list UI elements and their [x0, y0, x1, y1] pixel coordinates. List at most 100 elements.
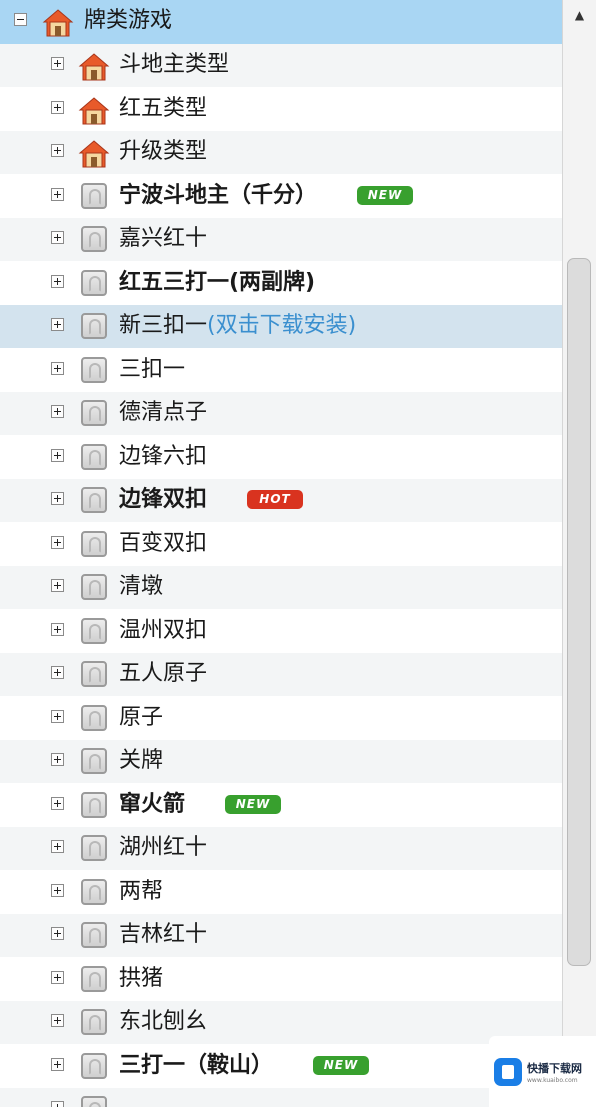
expand-toggle-icon[interactable] [51, 362, 64, 375]
new-badge: NEW [225, 795, 281, 814]
tree-item-row[interactable]: 三扣一 [0, 349, 562, 392]
game-icon [81, 705, 107, 731]
tree-item-row[interactable]: 窜火箭 NEW [0, 784, 562, 827]
expand-toggle-icon[interactable] [51, 710, 64, 723]
expand-toggle-icon[interactable] [51, 1014, 64, 1027]
expand-toggle-icon[interactable] [51, 1058, 64, 1071]
expand-toggle-icon[interactable] [51, 753, 64, 766]
item-label: 嘉兴红十 [119, 225, 207, 253]
item-label-text: 德清点子 [119, 400, 208, 425]
tree-item-row[interactable]: 边锋六扣 [0, 436, 562, 479]
tree-item-row[interactable]: 宁波斗地主（千分） NEW [0, 175, 562, 218]
item-label-text: 新三扣一 [119, 313, 208, 338]
expand-toggle-icon[interactable] [51, 275, 64, 288]
hot-badge: HOT [247, 490, 303, 509]
game-icon [81, 618, 107, 644]
item-label: 原子 [119, 704, 163, 732]
category-label: 牌类游戏 [84, 8, 173, 33]
expand-toggle-icon[interactable] [51, 623, 64, 636]
item-label-text: 嘉兴红十 [119, 226, 208, 251]
item-label-text: 原子 [119, 705, 164, 730]
tree-item-row[interactable]: 边锋双扣 HOT [0, 479, 562, 522]
tree-category-row[interactable]: 牌类游戏 [0, 0, 562, 44]
item-label: 升级类型 [119, 138, 207, 166]
watermark: 快播下载网 www.kuaibo.com [489, 1036, 596, 1107]
item-label-text: 东北刨幺 [119, 1009, 208, 1034]
tree-item-row[interactable]: 关牌 [0, 740, 562, 783]
item-label: 温州双扣 [119, 617, 207, 645]
expand-toggle-icon[interactable] [51, 405, 64, 418]
expand-toggle-icon[interactable] [51, 797, 64, 810]
tree-item-row[interactable]: 新三扣一(双击下载安装) [0, 305, 562, 348]
house-icon [78, 139, 110, 169]
expand-toggle-icon[interactable] [51, 449, 64, 462]
tree-item-row[interactable]: 德清点子 [0, 392, 562, 435]
tree-item-row[interactable] [0, 1088, 562, 1107]
item-label-text: 五人原子 [119, 661, 208, 686]
item-label: 湖州红十 [119, 834, 207, 862]
game-icon [81, 661, 107, 687]
expand-toggle-icon[interactable] [51, 231, 64, 244]
item-label: 红五类型 [119, 95, 207, 123]
item-label: 两帮 [119, 878, 163, 906]
game-tree: 牌类游戏斗地主类型红五类型升级类型宁波斗地主（千分） NEW 嘉兴红十红五三打一(两… [0, 0, 562, 1107]
collapse-toggle-icon[interactable] [14, 13, 27, 26]
expand-toggle-icon[interactable] [51, 492, 64, 505]
expand-toggle-icon[interactable] [51, 579, 64, 592]
tree-item-row[interactable]: 红五三打一(两副牌) [0, 262, 562, 305]
item-label-text: 边锋双扣 [119, 487, 208, 512]
expand-toggle-icon[interactable] [51, 188, 64, 201]
expand-toggle-icon[interactable] [51, 318, 64, 331]
house-icon [42, 8, 74, 38]
tree-item-row[interactable]: 嘉兴红十 [0, 218, 562, 261]
tree-item-row[interactable]: 百变双扣 [0, 523, 562, 566]
game-icon [81, 226, 107, 252]
item-label-text: 边锋六扣 [119, 444, 208, 469]
tree-item-row[interactable]: 吉林红十 [0, 914, 562, 957]
expand-toggle-icon[interactable] [51, 884, 64, 897]
expand-toggle-icon[interactable] [51, 101, 64, 114]
game-icon [81, 444, 107, 470]
game-icon [81, 574, 107, 600]
item-label: 东北刨幺 [119, 1008, 207, 1036]
tree-item-row[interactable]: 湖州红十 [0, 827, 562, 870]
tree-item-row[interactable]: 两帮 [0, 871, 562, 914]
item-label-text: 两帮 [119, 879, 164, 904]
game-icon [81, 835, 107, 861]
item-label: 新三扣一(双击下载安装) [119, 312, 356, 340]
expand-toggle-icon[interactable] [51, 840, 64, 853]
expand-toggle-icon[interactable] [51, 927, 64, 940]
item-label: 边锋双扣 [119, 486, 207, 514]
tree-item-row[interactable]: 三打一（鞍山） NEW [0, 1045, 562, 1088]
tree-item-row[interactable]: 红五类型 [0, 88, 562, 131]
expand-toggle-icon[interactable] [51, 1101, 64, 1107]
tree-item-row[interactable]: 升级类型 [0, 131, 562, 174]
tree-item-row[interactable]: 原子 [0, 697, 562, 740]
item-label: 三打一（鞍山） [119, 1052, 273, 1080]
game-icon [81, 1096, 107, 1107]
game-icon [81, 1009, 107, 1035]
tree-item-row[interactable]: 清墩 [0, 566, 562, 609]
tree-item-row[interactable]: 拱猪 [0, 958, 562, 1001]
scroll-up-arrow-icon[interactable]: ▲ [563, 0, 596, 30]
scrollbar-thumb[interactable] [567, 258, 591, 966]
item-label: 关牌 [119, 747, 163, 775]
vertical-scrollbar[interactable]: ▲ [562, 0, 596, 1107]
tree-item-row[interactable]: 温州双扣 [0, 610, 562, 653]
game-icon [81, 357, 107, 383]
tree-item-row[interactable]: 东北刨幺 [0, 1001, 562, 1044]
tree-item-row[interactable]: 五人原子 [0, 653, 562, 696]
expand-toggle-icon[interactable] [51, 536, 64, 549]
item-label-text: 红五三打一(两副牌) [119, 270, 316, 295]
new-badge: NEW [313, 1056, 369, 1075]
expand-toggle-icon[interactable] [51, 666, 64, 679]
item-label-text: 吉林红十 [119, 922, 208, 947]
item-label: 三扣一 [119, 356, 185, 384]
expand-toggle-icon[interactable] [51, 144, 64, 157]
item-label: 红五三打一(两副牌) [119, 269, 315, 297]
item-label-text: 关牌 [119, 748, 164, 773]
tree-item-row[interactable]: 斗地主类型 [0, 44, 562, 87]
expand-toggle-icon[interactable] [51, 57, 64, 70]
item-label: 百变双扣 [119, 530, 207, 558]
expand-toggle-icon[interactable] [51, 971, 64, 984]
